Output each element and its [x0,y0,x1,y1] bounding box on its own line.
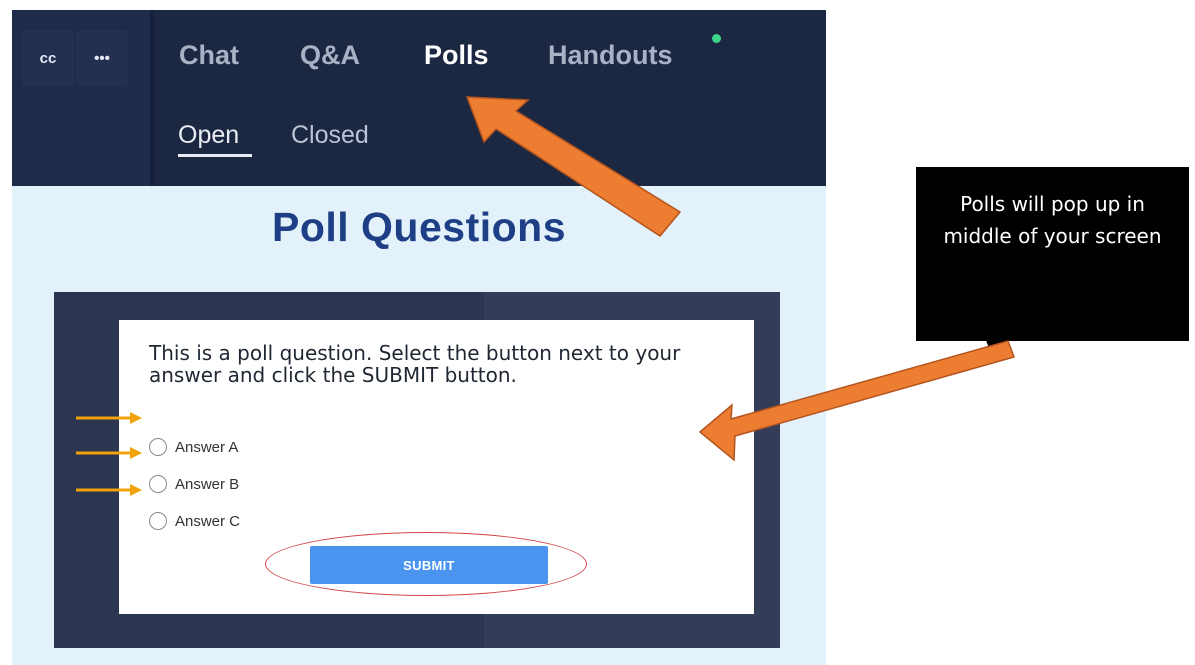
arrow-to-poll-card-icon [698,340,1015,462]
arrow-answer-b-icon [76,447,142,459]
arrow-answer-a-icon [76,412,142,424]
annotation-layer [76,96,1015,496]
answer-arrows [76,412,142,496]
arrow-to-polls-icon [465,96,682,237]
arrow-answer-c-icon [76,484,142,496]
